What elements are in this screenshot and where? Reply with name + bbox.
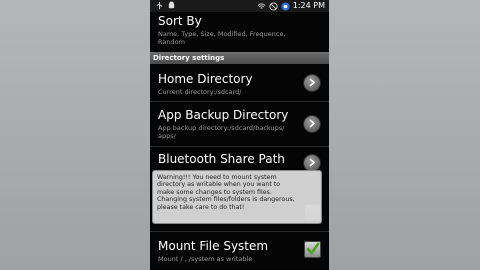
- mount-file-system-row[interactable]: Mount File System Mount / , /system as w…: [150, 231, 329, 270]
- home-directory-subtitle: Current directory:/sdcard/: [158, 88, 242, 96]
- app-backup-directory-chevron-icon[interactable]: [303, 115, 321, 133]
- status-time: 1:24 PM: [292, 1, 325, 10]
- toast-line: directory as writable when you want to: [157, 181, 281, 189]
- background-left: [0, 0, 150, 270]
- wifi-icon: [257, 2, 266, 9]
- bluetooth-share-path-title: Bluetooth Share Path: [158, 152, 285, 166]
- mount-file-system-subtitle: Mount / , /system as writable: [158, 255, 253, 263]
- home-directory-chevron-icon[interactable]: [303, 74, 321, 92]
- background-right: [329, 0, 480, 270]
- app-backup-directory-subtitle-1: App backup directory:/sdcard/backups/: [158, 124, 285, 132]
- directory-settings-header: Directory settings: [150, 52, 329, 64]
- toast-line: make some changes to system files.: [157, 188, 272, 196]
- app-backup-directory-row[interactable]: App Backup Directory App backup director…: [150, 101, 329, 147]
- home-directory-row[interactable]: Home Directory Current directory:/sdcard…: [150, 64, 329, 102]
- sync-icon: [281, 1, 290, 11]
- sort-by-title: Sort By: [158, 14, 202, 28]
- toast-line: please take care to do that!: [157, 203, 245, 211]
- app-backup-directory-subtitle-2: apps/: [158, 132, 176, 140]
- sort-by-row[interactable]: Sort By Name, Type, Size, Modified, Freq…: [150, 12, 329, 53]
- app-backup-directory-title: App Backup Directory: [158, 108, 289, 122]
- toast-line: Warning!!! You need to mount system: [157, 174, 277, 181]
- usb-icon: [156, 1, 163, 10]
- toast-line: Changing system files/folders is dangero…: [157, 196, 295, 204]
- sort-by-subtitle: Name, Type, Size, Modified, Frequence, R…: [158, 30, 286, 46]
- android-icon: [168, 1, 175, 9]
- mount-file-system-checkbox[interactable]: [304, 241, 321, 258]
- warning-toast: Warning!!! You need to mount system dire…: [152, 170, 322, 224]
- status-bar: 1:24 PM: [150, 0, 329, 12]
- phone-screen: 1:24 PM Sort By Name, Type, Size, Modifi…: [150, 0, 329, 270]
- no-signal-icon: [269, 1, 278, 11]
- home-directory-title: Home Directory: [158, 72, 253, 86]
- mount-file-system-title: Mount File System: [158, 239, 269, 253]
- checkmark-icon: [306, 242, 320, 256]
